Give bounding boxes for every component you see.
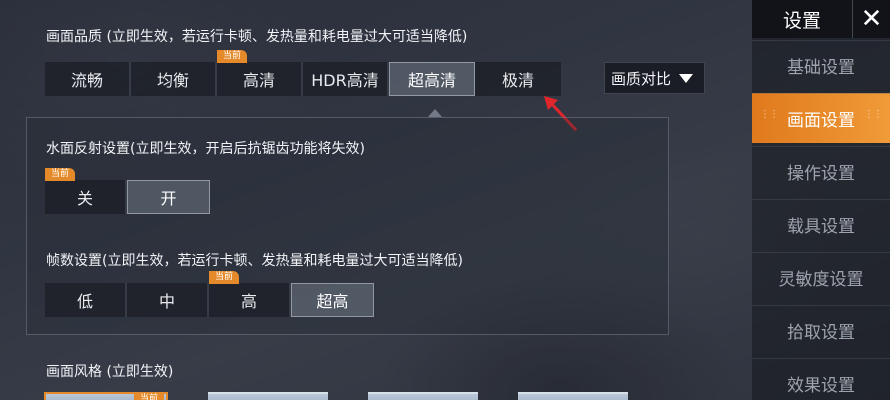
style-section-title: 画面风格 (立即生效) [46,364,174,380]
sidebar-item-controls[interactable]: 操作设置 [752,146,890,196]
grip-right-icon: ⋮⋮ [864,109,883,120]
sidebar-title: 设置 [782,9,821,32]
sidebar-item-label: 载具设置 [787,217,855,237]
current-badge: 当前 [133,393,164,400]
sidebar-item-label: 基础设置 [787,58,855,78]
close-icon: ✕ [860,4,883,34]
style-thumbnails: 当前 [44,392,628,400]
sidebar-item-label: 拾取设置 [787,323,855,343]
caret-down-icon [679,73,694,83]
fps-option-ultra[interactable]: 超高 [291,283,374,317]
style-thumb-4[interactable] [518,392,628,400]
quality-option-hd[interactable]: 当前 高清 [217,50,303,96]
style-thumb-1[interactable]: 当前 [44,392,168,400]
current-badge: 当前 [217,50,248,63]
quality-option-ultra-hd[interactable]: 超高清 [389,62,475,96]
option-label: 流畅 [70,71,103,90]
fps-section-title: 帧数设置(立即生效，若运行卡顿、发热量和耗电量过大可适当降低) [46,253,463,269]
quality-selector: 流畅 均衡 当前 高清 HDR高清 超高清 极清 [45,50,561,96]
water-option-on[interactable]: 开 [127,180,210,214]
option-label: 低 [76,292,93,311]
sidebar-item-effects[interactable]: 效果设置 [752,358,890,400]
quality-section-title: 画面品质 (立即生效，若运行卡顿、发热量和耗电量过大可适当降低) [46,29,468,45]
fps-selector: 低 中 当前 高 超高 [45,271,374,317]
water-section-title: 水面反射设置(立即生效，开启后抗锯齿功能将失效) [46,141,365,157]
current-badge: 当前 [45,168,76,181]
compare-label: 画质对比 [611,69,672,88]
sidebar-item-sensitivity[interactable]: 灵敏度设置 [752,252,890,302]
fps-option-medium[interactable]: 中 [127,283,209,317]
option-label: 超高 [316,292,349,311]
option-label: 极清 [501,71,534,90]
quality-option-extreme[interactable]: 极清 [475,62,561,96]
sidebar-item-label: 效果设置 [787,376,855,396]
water-toggle: 当前 关 开 [45,168,210,214]
style-thumb-2[interactable] [208,392,328,400]
fps-option-high[interactable]: 当前 高 [209,271,291,317]
option-label: 开 [160,189,177,208]
option-label: 均衡 [156,71,189,90]
option-label: 超高清 [407,71,456,90]
quality-option-smooth[interactable]: 流畅 [45,62,131,96]
style-thumb-3[interactable] [368,392,478,400]
settings-sidebar: 设置 ✕ 基础设置 ⋮⋮ 画面设置 ⋮⋮ 操作设置 载具设置 灵敏度设置 拾取设… [752,0,890,400]
subpanel-pointer-icon [428,109,442,117]
grip-left-icon: ⋮⋮ [760,109,779,120]
option-label: 中 [158,292,175,311]
quality-option-balanced[interactable]: 均衡 [131,62,217,96]
option-label: 高 [240,292,257,311]
sidebar-item-label: 画面设置 [787,111,855,131]
sidebar-header: 设置 ✕ [752,0,890,38]
sidebar-item-vehicle[interactable]: 载具设置 [752,199,890,249]
quality-option-hdr-hd[interactable]: HDR高清 [303,62,389,96]
close-button[interactable]: ✕ [852,0,890,38]
sidebar-item-pickup[interactable]: 拾取设置 [752,305,890,355]
fps-option-low[interactable]: 低 [45,283,127,317]
current-badge: 当前 [209,271,240,284]
sidebar-item-label: 操作设置 [787,164,855,184]
option-label: 高清 [242,71,275,90]
water-option-off[interactable]: 当前 关 [45,168,127,214]
option-label: HDR高清 [311,71,379,90]
quality-compare-dropdown[interactable]: 画质对比 [604,62,705,94]
sidebar-item-basic[interactable]: 基础设置 [752,40,890,90]
option-label: 关 [76,189,93,208]
sidebar-item-label: 灵敏度设置 [778,270,864,290]
sidebar-item-graphics[interactable]: ⋮⋮ 画面设置 ⋮⋮ [752,93,890,143]
